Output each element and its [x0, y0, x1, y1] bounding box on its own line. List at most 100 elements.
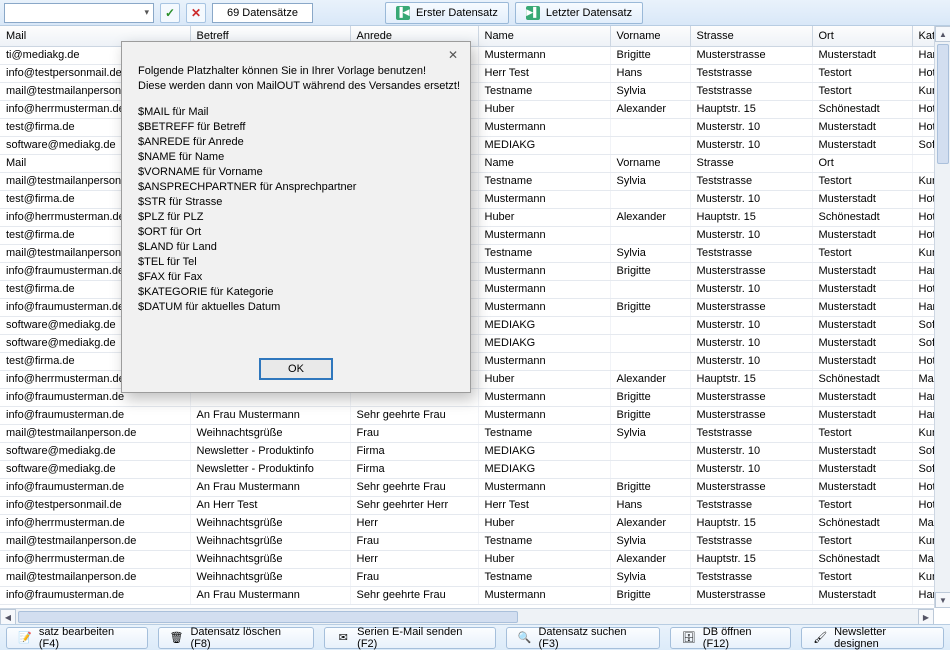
cell-anrede[interactable]: Sehr geehrte Frau — [350, 478, 478, 496]
table-row[interactable]: info@testpersonmail.deAn Herr TestSehr g… — [0, 496, 934, 514]
cell-name[interactable]: Testname — [478, 568, 610, 586]
cell-ort[interactable]: Schönestadt — [812, 514, 912, 532]
cell-kate[interactable]: Hote — [912, 100, 934, 118]
cell-anrede[interactable]: Firma — [350, 460, 478, 478]
cell-ort[interactable]: Schönestadt — [812, 100, 912, 118]
cell-vorname[interactable]: Brigitte — [610, 406, 690, 424]
cell-kate[interactable]: Han — [912, 586, 934, 604]
first-record-button[interactable]: ▐◀ Erster Datensatz — [385, 2, 509, 24]
cell-mail[interactable]: info@herrmusterman.de — [0, 550, 190, 568]
cell-name[interactable]: MEDIAKG — [478, 136, 610, 154]
cell-mail[interactable]: software@mediakg.de — [0, 442, 190, 460]
cell-kate[interactable]: Han — [912, 406, 934, 424]
cell-ort[interactable]: Testort — [812, 82, 912, 100]
cell-kate[interactable]: Soft — [912, 316, 934, 334]
cell-mail[interactable]: info@fraumusterman.de — [0, 406, 190, 424]
cell-vorname[interactable]: Sylvia — [610, 244, 690, 262]
table-row[interactable]: info@fraumusterman.deAn Frau MustermannS… — [0, 406, 934, 424]
cell-mail[interactable]: mail@testmailanperson.de — [0, 424, 190, 442]
cell-strasse[interactable]: Musterstr. 10 — [690, 460, 812, 478]
cell-name[interactable]: Huber — [478, 550, 610, 568]
cell-mail[interactable]: mail@testmailanperson.de — [0, 568, 190, 586]
cell-ort[interactable]: Musterstadt — [812, 586, 912, 604]
cell-betreff[interactable]: An Frau Mustermann — [190, 406, 350, 424]
cell-name[interactable]: Huber — [478, 370, 610, 388]
check-all-button[interactable]: ✓ — [160, 3, 180, 23]
cell-betreff[interactable]: Weihnachtsgrüße — [190, 424, 350, 442]
cell-anrede[interactable]: Frau — [350, 532, 478, 550]
cell-anrede[interactable]: Frau — [350, 568, 478, 586]
col-header-kate[interactable]: Kate — [912, 26, 934, 46]
cell-strasse[interactable]: Musterstr. 10 — [690, 334, 812, 352]
send-mail-button[interactable]: ✉ Serien E-Mail senden (F2) — [324, 627, 495, 649]
dialog-ok-button[interactable]: OK — [259, 358, 333, 380]
cell-name[interactable]: Mustermann — [478, 280, 610, 298]
cell-strasse[interactable]: Teststrasse — [690, 172, 812, 190]
cell-kate[interactable]: Soft — [912, 136, 934, 154]
cell-strasse[interactable]: Teststrasse — [690, 496, 812, 514]
cell-name[interactable]: Huber — [478, 100, 610, 118]
cell-ort[interactable]: Testort — [812, 496, 912, 514]
category-dropdown[interactable] — [4, 3, 154, 23]
cell-kate[interactable]: Hote — [912, 280, 934, 298]
cell-kate[interactable]: Mar — [912, 550, 934, 568]
cell-name[interactable]: Herr Test — [478, 64, 610, 82]
cell-kate[interactable]: Kun — [912, 244, 934, 262]
cell-name[interactable]: Testname — [478, 532, 610, 550]
cell-name[interactable]: Testname — [478, 244, 610, 262]
cell-anrede[interactable]: Sehr geehrte Frau — [350, 406, 478, 424]
scroll-up-icon[interactable]: ▲ — [935, 26, 950, 42]
cell-strasse[interactable]: Teststrasse — [690, 244, 812, 262]
cell-name[interactable]: MEDIAKG — [478, 316, 610, 334]
open-db-button[interactable]: 🗄 DB öffnen (F12) — [670, 627, 791, 649]
table-row[interactable]: info@fraumusterman.deAn Frau MustermannS… — [0, 478, 934, 496]
cell-kate[interactable]: Hote — [912, 64, 934, 82]
cell-kate[interactable]: Hote — [912, 208, 934, 226]
scroll-right-icon[interactable]: ▶ — [918, 609, 934, 625]
cell-strasse[interactable]: Musterstr. 10 — [690, 352, 812, 370]
cell-ort[interactable]: Testort — [812, 64, 912, 82]
cell-vorname[interactable]: Brigitte — [610, 478, 690, 496]
cell-ort[interactable]: Musterstadt — [812, 334, 912, 352]
cell-kate[interactable]: Hote — [912, 478, 934, 496]
cell-vorname[interactable] — [610, 118, 690, 136]
table-row[interactable]: mail@testmailanperson.deWeihnachtsgrüßeF… — [0, 568, 934, 586]
cell-strasse[interactable]: Musterstr. 10 — [690, 226, 812, 244]
cell-strasse[interactable]: Teststrasse — [690, 532, 812, 550]
table-row[interactable]: info@fraumusterman.deAn Frau MustermannS… — [0, 586, 934, 604]
cell-strasse[interactable]: Musterstr. 10 — [690, 442, 812, 460]
cell-ort[interactable]: Musterstadt — [812, 280, 912, 298]
cell-vorname[interactable]: Sylvia — [610, 424, 690, 442]
cell-strasse[interactable]: Musterstrasse — [690, 388, 812, 406]
cell-betreff[interactable]: An Frau Mustermann — [190, 586, 350, 604]
cell-strasse[interactable]: Teststrasse — [690, 82, 812, 100]
cell-mail[interactable]: info@herrmusterman.de — [0, 514, 190, 532]
cell-vorname[interactable]: Sylvia — [610, 532, 690, 550]
cell-ort[interactable]: Testort — [812, 172, 912, 190]
cell-name[interactable]: Mustermann — [478, 352, 610, 370]
cell-kate[interactable]: Kun — [912, 424, 934, 442]
cell-strasse[interactable]: Musterstrasse — [690, 262, 812, 280]
cell-kate[interactable]: Kun — [912, 568, 934, 586]
cell-betreff[interactable]: Weihnachtsgrüße — [190, 532, 350, 550]
cell-betreff[interactable]: Newsletter - Produktinfo — [190, 442, 350, 460]
horizontal-scroll-thumb[interactable] — [18, 611, 518, 623]
cell-betreff[interactable]: An Frau Mustermann — [190, 478, 350, 496]
cell-betreff[interactable]: Weihnachtsgrüße — [190, 568, 350, 586]
cell-vorname[interactable]: Alexander — [610, 100, 690, 118]
cell-name[interactable]: Mustermann — [478, 478, 610, 496]
cell-anrede[interactable]: Frau — [350, 424, 478, 442]
cell-kate[interactable] — [912, 154, 934, 172]
cell-vorname[interactable] — [610, 280, 690, 298]
delete-record-button[interactable]: 🗑 Datensatz löschen (F8) — [158, 627, 315, 649]
cell-mail[interactable]: mail@testmailanperson.de — [0, 532, 190, 550]
cell-ort[interactable]: Testort — [812, 532, 912, 550]
table-row[interactable]: software@mediakg.deNewsletter - Produkti… — [0, 460, 934, 478]
cell-vorname[interactable] — [610, 352, 690, 370]
vertical-scroll-thumb[interactable] — [937, 44, 949, 164]
cell-strasse[interactable]: Musterstrasse — [690, 46, 812, 64]
cell-name[interactable]: MEDIAKG — [478, 442, 610, 460]
horizontal-scrollbar[interactable]: ◀ ▶ — [0, 608, 934, 624]
table-row[interactable]: mail@testmailanperson.deWeihnachtsgrüßeF… — [0, 424, 934, 442]
cell-mail[interactable]: info@testpersonmail.de — [0, 496, 190, 514]
